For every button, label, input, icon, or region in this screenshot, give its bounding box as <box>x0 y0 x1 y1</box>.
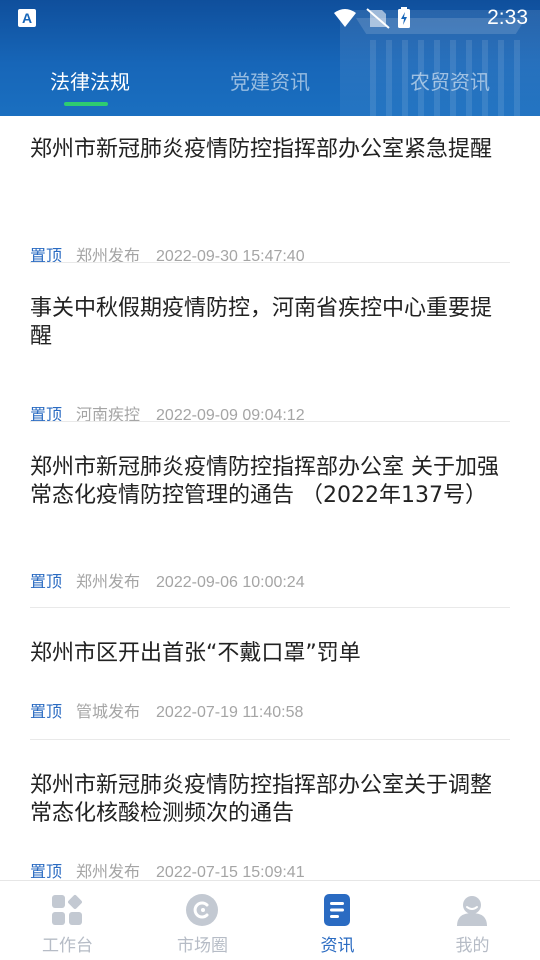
news-item[interactable]: 郑州市新冠肺炎疫情防控指挥部办公室 关于加强常态化疫情防控管理的通告 （2022… <box>30 454 510 591</box>
divider <box>30 421 510 422</box>
status-bar: A 2:33 <box>0 0 540 36</box>
nav-label: 工作台 <box>42 936 93 956</box>
bottom-navigation: 工作台 市场圈 资讯 我的 <box>0 880 540 960</box>
news-meta: 置顶 郑州发布 2022-09-06 10:00:24 <box>30 568 305 592</box>
divider <box>30 739 510 740</box>
header: A 2:33 法律法规 党建资讯 农贸资讯 <box>0 0 540 116</box>
pinned-tag: 置顶 <box>30 704 63 721</box>
news-meta: 置顶 郑州发布 2022-07-15 15:09:41 <box>30 858 305 882</box>
nav-label: 我的 <box>455 936 490 956</box>
news-datetime: 2022-09-06 10:00:24 <box>156 574 305 591</box>
active-tab-indicator <box>64 102 108 106</box>
news-item[interactable]: 郑州市新冠肺炎疫情防控指挥部办公室关于调整常态化核酸检测频次的通告 置顶 郑州发布… <box>30 772 510 881</box>
divider <box>30 607 510 608</box>
tab-party-news[interactable]: 党建资讯 <box>180 66 360 95</box>
news-datetime: 2022-07-19 11:40:58 <box>156 704 304 721</box>
news-source: 管城发布 <box>76 704 141 721</box>
wifi-icon <box>334 9 356 27</box>
nav-market-circle[interactable]: 市场圈 <box>135 881 270 960</box>
news-source: 郑州发布 <box>76 574 141 591</box>
nav-mine[interactable]: 我的 <box>405 881 540 960</box>
person-icon <box>457 896 487 926</box>
grid-icon <box>52 895 82 925</box>
news-item[interactable]: 郑州市区开出首张“不戴口罩”罚单 置顶 管城发布 2022-07-19 11:40:… <box>30 640 510 721</box>
news-title: 郑州市新冠肺炎疫情防控指挥部办公室关于调整常态化核酸检测频次的通告 <box>30 773 493 826</box>
circle-c-icon <box>186 894 218 926</box>
category-tabs: 法律法规 党建资讯 农贸资讯 <box>0 56 540 106</box>
news-title: 事关中秋假期疫情防控，河南省疾控中心重要提醒 <box>30 296 493 349</box>
tab-agri-trade-news[interactable]: 农贸资讯 <box>360 66 540 95</box>
news-source: 郑州发布 <box>76 864 141 881</box>
battery-charging-icon <box>398 7 410 28</box>
news-meta: 置顶 管城发布 2022-07-19 11:40:58 <box>30 698 303 722</box>
pinned-tag: 置顶 <box>30 574 63 591</box>
news-datetime: 2022-07-15 15:09:41 <box>156 864 305 881</box>
app-notification-icon: A <box>18 9 36 27</box>
nav-label: 市场圈 <box>177 936 228 956</box>
status-icons <box>334 7 410 29</box>
news-title: 郑州市新冠肺炎疫情防控指挥部办公室 关于加强常态化疫情防控管理的通告 （2022… <box>30 455 499 508</box>
nav-label: 资讯 <box>320 936 355 956</box>
pinned-tag: 置顶 <box>30 864 63 881</box>
news-title: 郑州市新冠肺炎疫情防控指挥部办公室紧急提醒 <box>30 137 493 162</box>
document-icon <box>324 894 350 926</box>
news-item[interactable]: 事关中秋假期疫情防控，河南省疾控中心重要提醒 置顶 河南疾控 2022-09-09 … <box>30 295 510 424</box>
status-time: 2:33 <box>487 6 528 29</box>
news-title: 郑州市区开出首张“不戴口罩”罚单 <box>30 641 361 666</box>
nav-workbench[interactable]: 工作台 <box>0 881 135 960</box>
divider <box>30 262 510 263</box>
no-signal-icon <box>366 8 390 29</box>
tab-laws[interactable]: 法律法规 <box>0 66 180 95</box>
news-item[interactable]: 郑州市新冠肺炎疫情防控指挥部办公室紧急提醒 置顶 郑州发布 2022-09-30 1… <box>30 136 510 265</box>
nav-news[interactable]: 资讯 <box>270 881 405 960</box>
